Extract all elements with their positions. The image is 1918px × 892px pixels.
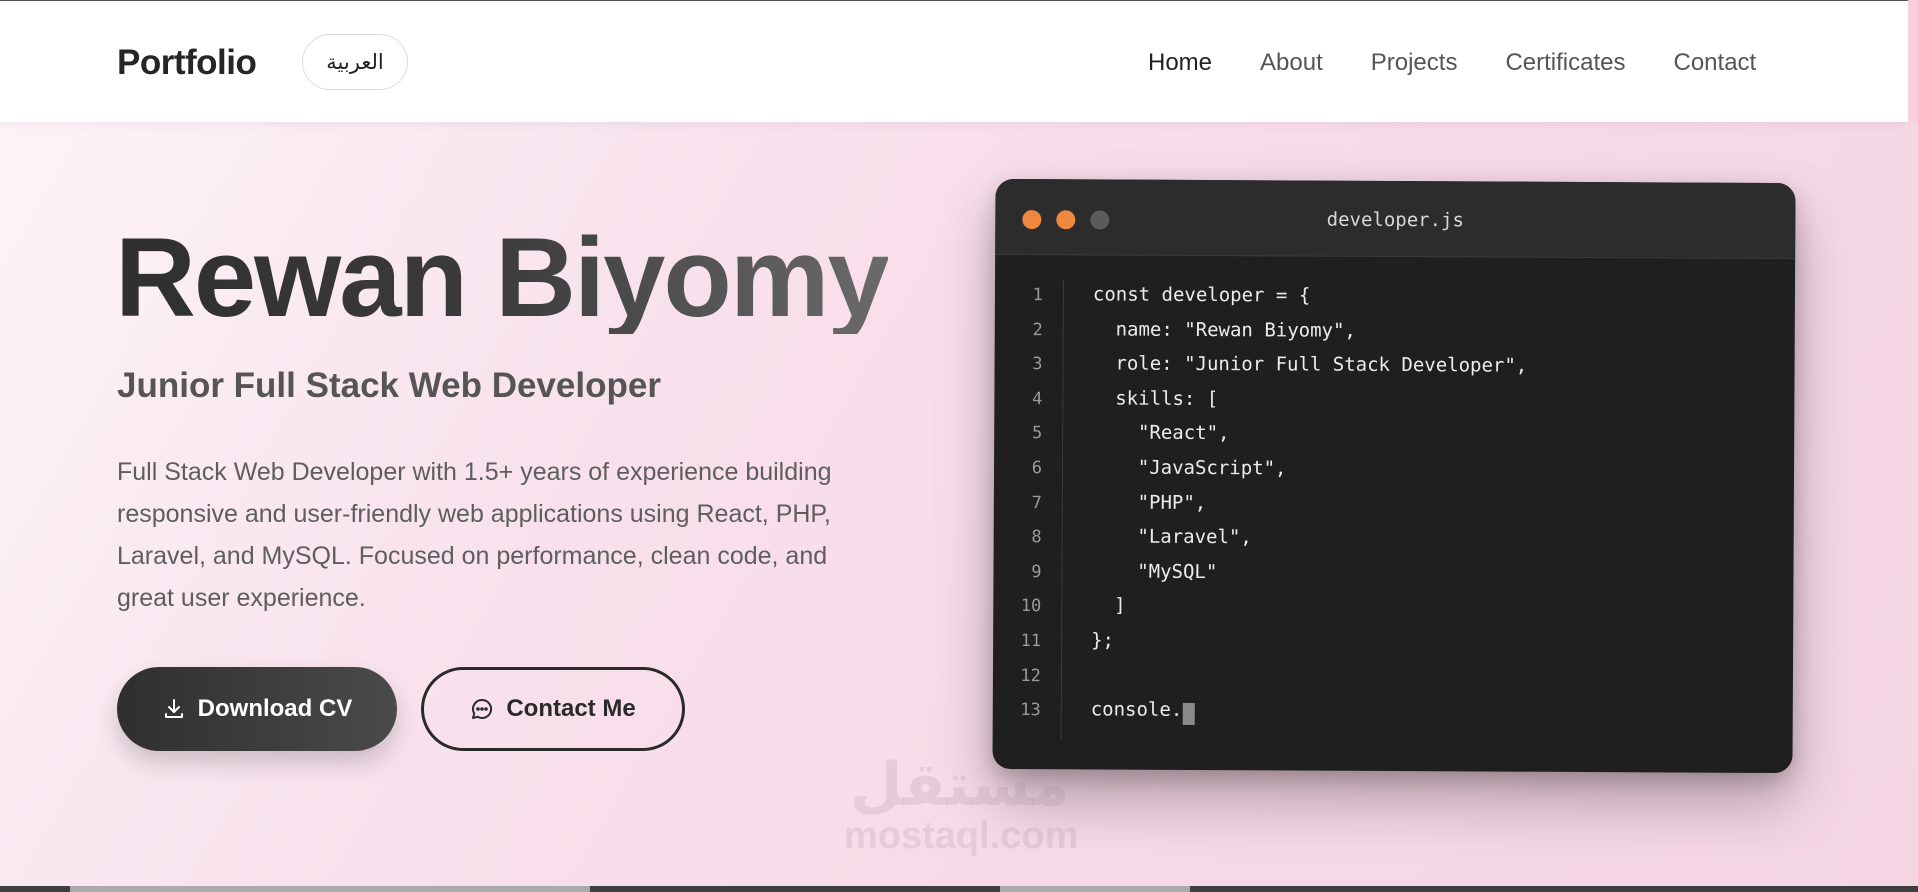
line-number: 2 bbox=[1032, 319, 1043, 340]
code-line: 2 name: "Rewan Biyomy", bbox=[995, 318, 1795, 357]
code-text: console. bbox=[1090, 698, 1183, 722]
text-cursor bbox=[1182, 703, 1195, 726]
download-cv-button[interactable]: Download CV bbox=[117, 667, 397, 751]
code-text: skills: [ bbox=[1092, 387, 1219, 410]
hero-name: Rewan Biyomy bbox=[115, 215, 890, 340]
code-text: const developer = { bbox=[1092, 283, 1311, 307]
site-header: Portfolio العربية Home About Projects Ce… bbox=[0, 1, 1908, 122]
code-line: 3 role: "Junior Full Stack Developer", bbox=[994, 352, 1794, 391]
code-text: }; bbox=[1091, 629, 1115, 652]
watermark-latin: mostaql.com bbox=[844, 815, 1079, 857]
code-line: 10 ] bbox=[993, 594, 1793, 633]
bottom-scrollbar[interactable] bbox=[0, 886, 1918, 892]
code-text: name: "Rewan Biyomy", bbox=[1092, 318, 1356, 342]
code-line: 13 console. bbox=[993, 698, 1793, 737]
site-logo[interactable]: Portfolio bbox=[117, 43, 257, 83]
hero-subtitle: Junior Full Stack Web Developer bbox=[117, 366, 661, 405]
editor-filename: developer.js bbox=[1326, 208, 1465, 232]
code-line: 6 "JavaScript", bbox=[994, 456, 1794, 495]
line-number: 1 bbox=[1032, 285, 1043, 306]
editor-title-bar: developer.js bbox=[995, 178, 1796, 260]
code-text: "MySQL" bbox=[1091, 560, 1218, 583]
code-line: 11}; bbox=[993, 629, 1793, 668]
contact-me-button[interactable]: Contact Me bbox=[421, 667, 685, 751]
line-number: 5 bbox=[1031, 423, 1043, 444]
code-line: 8 "Laravel", bbox=[994, 525, 1794, 564]
language-toggle-button[interactable]: العربية bbox=[302, 34, 408, 90]
line-number: 13 bbox=[1020, 700, 1041, 721]
nav-link-certificates[interactable]: Certificates bbox=[1505, 49, 1625, 77]
code-text: ] bbox=[1091, 594, 1126, 617]
watermark-arabic: مستقل bbox=[850, 750, 1070, 820]
scroll-segment bbox=[70, 886, 590, 892]
line-number: 10 bbox=[1020, 596, 1042, 617]
code-line: 5 "React", bbox=[994, 421, 1794, 460]
code-text: "PHP", bbox=[1091, 490, 1207, 514]
line-number: 4 bbox=[1032, 388, 1043, 409]
contact-me-label: Contact Me bbox=[506, 695, 636, 722]
code-line: 7 "PHP", bbox=[994, 490, 1794, 529]
scrollbar-track[interactable] bbox=[1908, 0, 1918, 122]
code-text: "React", bbox=[1092, 421, 1230, 445]
watermark: مستقل mostaql.com bbox=[844, 750, 1079, 857]
download-cv-label: Download CV bbox=[197, 695, 353, 722]
nav-link-about[interactable]: About bbox=[1260, 49, 1323, 77]
code-editor-window: developer.js 1 const developer = { 2 name:… bbox=[992, 178, 1796, 774]
code-text: role: "Junior Full Stack Developer", bbox=[1092, 352, 1528, 377]
nav-link-projects[interactable]: Projects bbox=[1371, 49, 1458, 77]
line-number: 3 bbox=[1032, 354, 1043, 375]
hero-description: Full Stack Web Developer with 1.5+ years… bbox=[117, 458, 832, 612]
line-number: 7 bbox=[1031, 492, 1042, 513]
code-line: 4 skills: [ bbox=[994, 387, 1794, 426]
line-number: 6 bbox=[1031, 458, 1043, 479]
scroll-segment bbox=[1000, 886, 1190, 892]
line-number: 12 bbox=[1020, 665, 1042, 686]
code-line: 12 bbox=[993, 663, 1793, 702]
line-number: 8 bbox=[1031, 527, 1042, 548]
line-number: 11 bbox=[1020, 630, 1042, 652]
code-line: 1 const developer = { bbox=[995, 283, 1795, 322]
nav-link-home[interactable]: Home bbox=[1148, 49, 1212, 77]
chat-bubble-icon bbox=[470, 697, 494, 721]
code-content: 1 const developer = { 2 name: "Rewan Biyom… bbox=[993, 283, 1795, 737]
main-nav: Home About Projects Certificates Contact bbox=[1148, 49, 1756, 77]
code-text: "JavaScript", bbox=[1091, 456, 1287, 480]
nav-link-contact[interactable]: Contact bbox=[1674, 49, 1757, 77]
code-text: "Laravel", bbox=[1091, 525, 1252, 549]
line-number: 9 bbox=[1031, 561, 1042, 582]
download-icon bbox=[162, 697, 186, 721]
code-line: 9 "MySQL" bbox=[993, 560, 1793, 599]
